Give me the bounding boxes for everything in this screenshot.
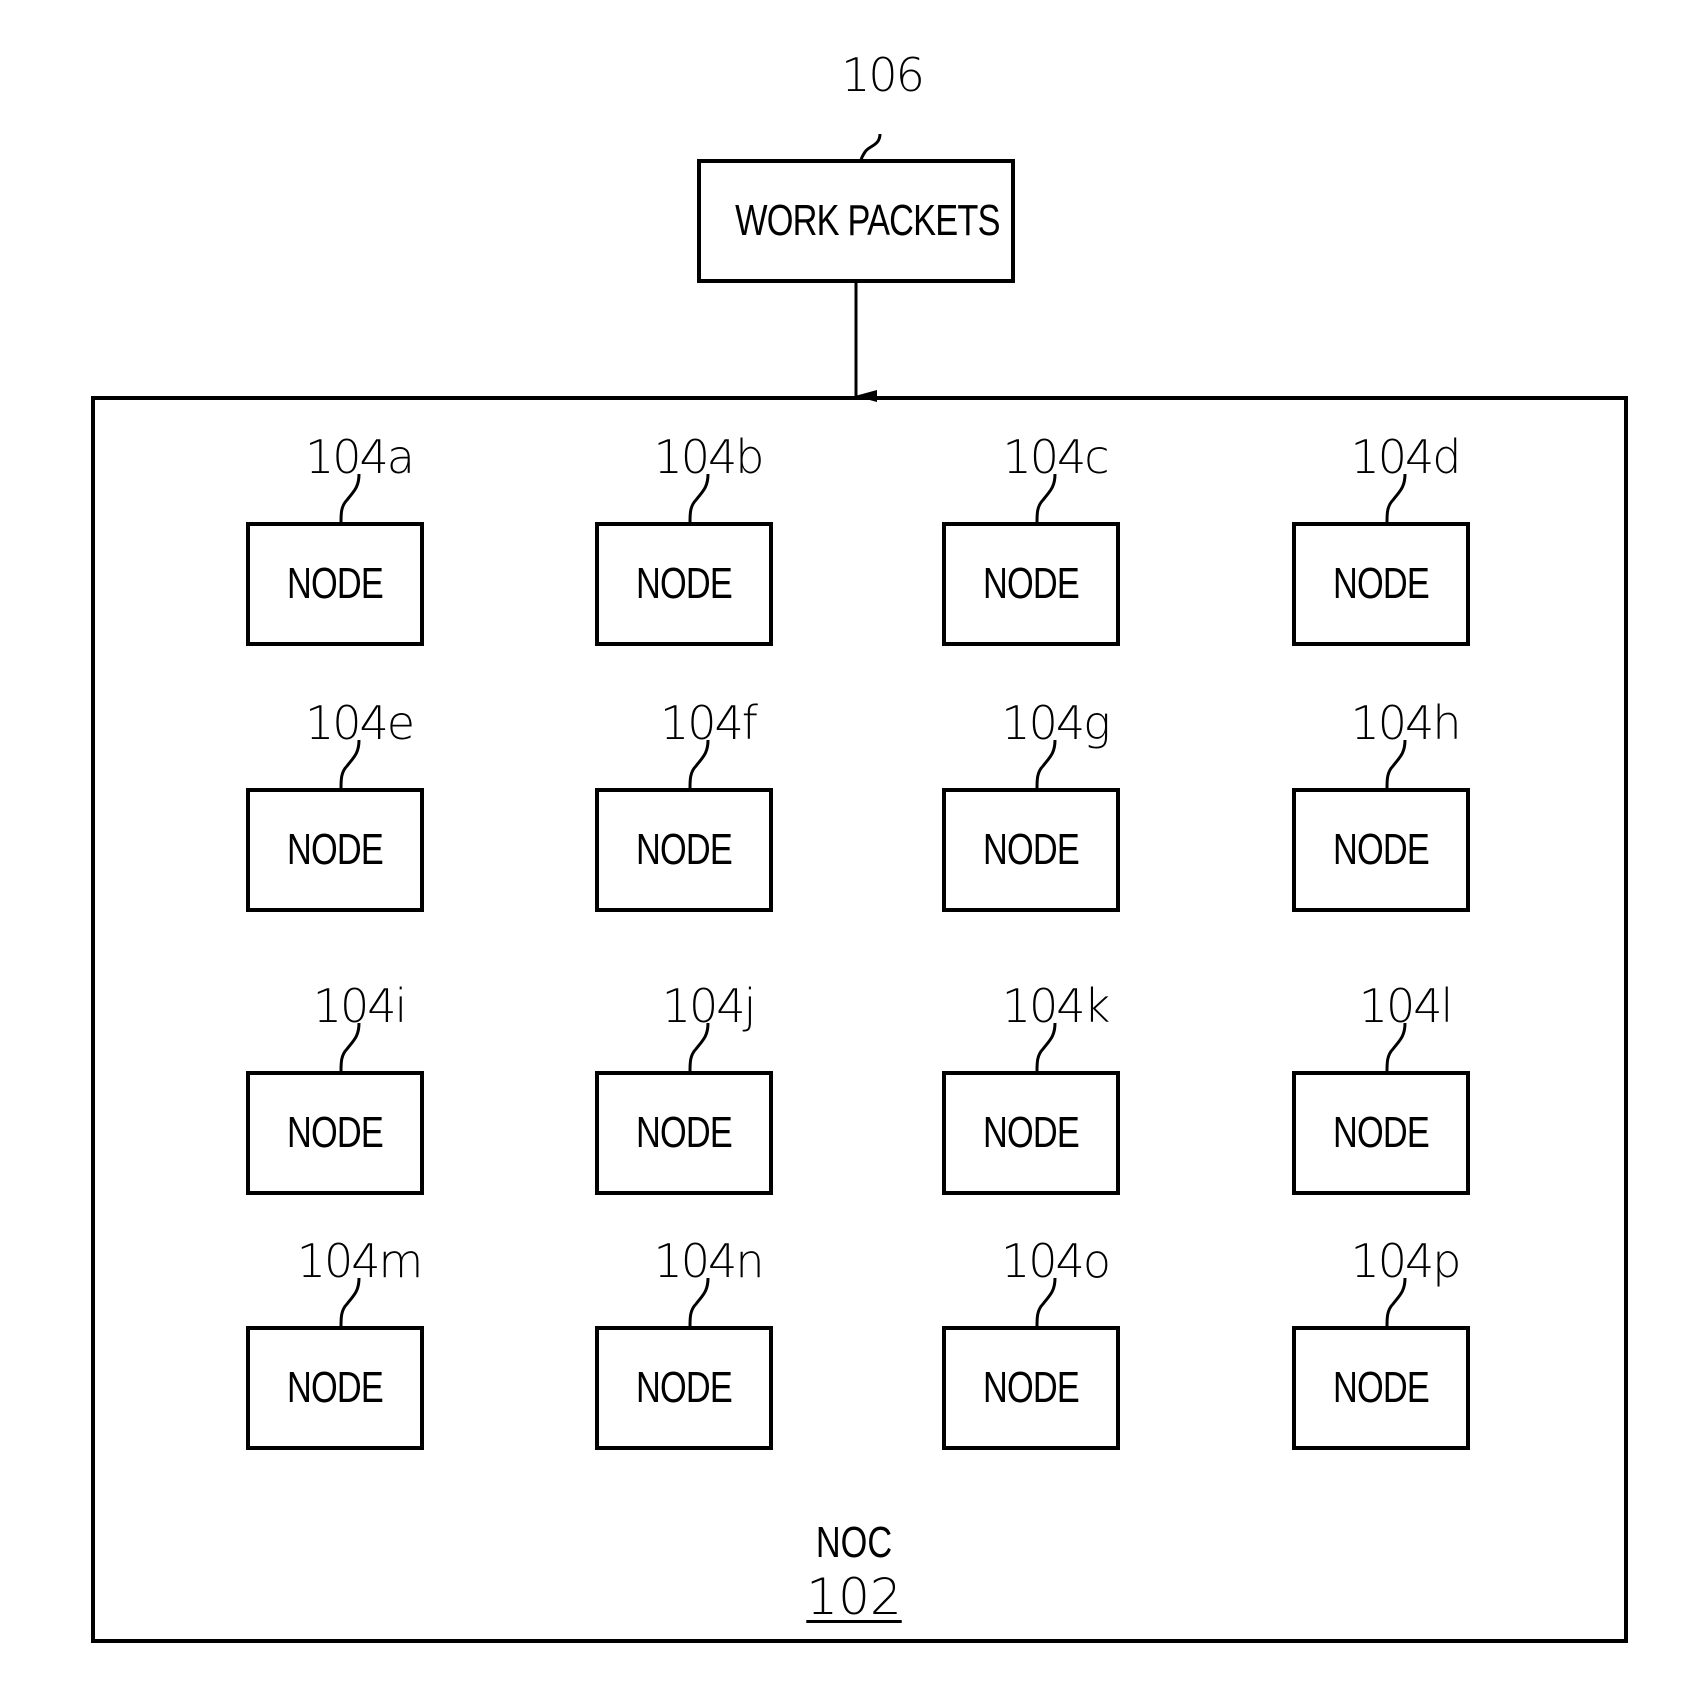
node-ref-label-104o: 104o <box>1001 1234 1111 1288</box>
work-packets-leader <box>859 133 882 162</box>
node-label: NODE <box>982 559 1080 608</box>
node-box-104m[interactable]: NODE <box>246 1326 424 1450</box>
node-ref-label-104b: 104b <box>653 430 765 484</box>
node-box-104d[interactable]: NODE <box>1292 522 1470 646</box>
node-box-104h[interactable]: NODE <box>1292 788 1470 912</box>
node-box-104b[interactable]: NODE <box>595 522 773 646</box>
node-label: NODE <box>635 1108 733 1157</box>
node-label: NODE <box>1332 825 1430 874</box>
node-ref-label-104p: 104p <box>1350 1234 1462 1288</box>
node-ref-label-104g: 104g <box>1001 696 1110 750</box>
node-label: NODE <box>635 825 733 874</box>
node-ref-label-104n: 104n <box>653 1234 765 1288</box>
node-ref-label-104j: 104j <box>661 979 757 1033</box>
node-box-104k[interactable]: NODE <box>942 1071 1120 1195</box>
node-label: NODE <box>1332 1108 1430 1157</box>
node-box-104j[interactable]: NODE <box>595 1071 773 1195</box>
noc-ref-number: 102 <box>806 1568 902 1626</box>
node-ref-label-104f: 104f <box>660 696 758 750</box>
node-ref-label-104e: 104e <box>304 696 415 750</box>
node-ref-label-104a: 104a <box>305 430 415 484</box>
node-label: NODE <box>635 1363 733 1412</box>
node-label: NODE <box>982 825 1080 874</box>
node-box-104c[interactable]: NODE <box>942 522 1120 646</box>
node-box-104f[interactable]: NODE <box>595 788 773 912</box>
node-label: NODE <box>286 1108 384 1157</box>
node-ref-label-104c: 104c <box>1002 430 1109 484</box>
node-box-104g[interactable]: NODE <box>942 788 1120 912</box>
node-label: NODE <box>982 1108 1080 1157</box>
node-ref-label-104i: 104i <box>312 979 408 1033</box>
node-ref-label-104h: 104h <box>1350 696 1462 750</box>
node-box-104a[interactable]: NODE <box>246 522 424 646</box>
node-label: NODE <box>286 1363 384 1412</box>
node-box-104o[interactable]: NODE <box>942 1326 1120 1450</box>
node-label: NODE <box>1332 1363 1430 1412</box>
node-ref-label-104k: 104k <box>1001 979 1110 1033</box>
node-box-104n[interactable]: NODE <box>595 1326 773 1450</box>
node-box-104e[interactable]: NODE <box>246 788 424 912</box>
node-box-104l[interactable]: NODE <box>1292 1071 1470 1195</box>
work-packets-ref-label: 106 <box>841 48 925 102</box>
node-box-104p[interactable]: NODE <box>1292 1326 1470 1450</box>
node-box-104i[interactable]: NODE <box>246 1071 424 1195</box>
node-label: NODE <box>982 1363 1080 1412</box>
node-label: NODE <box>635 559 733 608</box>
node-label: NODE <box>286 559 384 608</box>
node-ref-label-104m: 104m <box>296 1234 424 1288</box>
node-ref-label-104d: 104d <box>1350 430 1462 484</box>
node-label: NODE <box>286 825 384 874</box>
noc-ref-label: 102 <box>0 1568 1708 1626</box>
noc-label: NOC <box>815 1518 893 1567</box>
work-packets-box[interactable]: WORK PACKETS <box>697 159 1015 283</box>
node-ref-label-104l: 104l <box>1358 979 1454 1033</box>
work-packets-label: WORK PACKETS <box>735 196 1000 245</box>
node-label: NODE <box>1332 559 1430 608</box>
